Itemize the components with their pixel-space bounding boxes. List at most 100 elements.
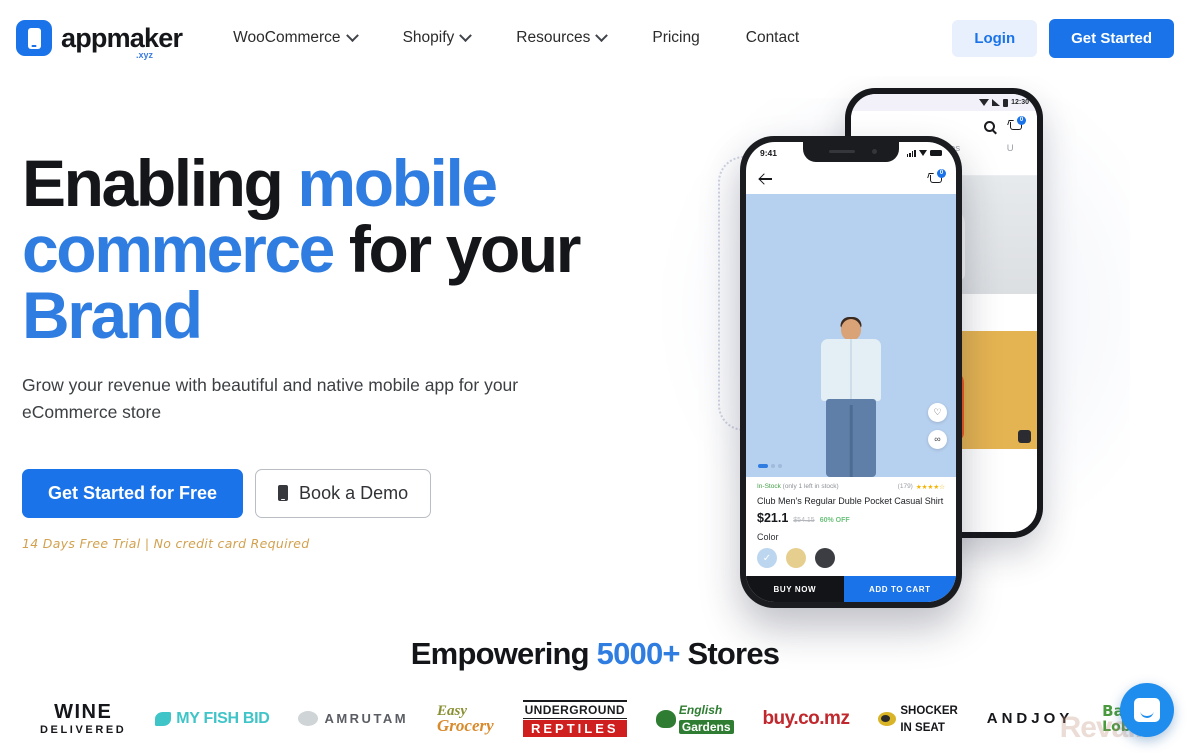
page-title: Enabling mobile commerce for your Brand — [22, 150, 582, 348]
signal-icon — [906, 149, 916, 157]
hero-cta-row: Get Started for Free Book a Demo — [22, 468, 582, 518]
color-swatches: ✓ — [757, 548, 945, 576]
navbar: appmaker .xyz WooCommerce Shopify Resour… — [0, 0, 1190, 76]
status-time: 12:30 — [1011, 99, 1029, 106]
logo-shocker-in-seat: SHOCKER IN SEAT — [878, 702, 958, 736]
carousel-dots — [758, 463, 782, 468]
signal-icon — [992, 99, 1001, 106]
cart-badge: 0 — [937, 168, 946, 178]
tree-icon — [655, 709, 676, 728]
app-topbar: 0 — [746, 164, 956, 194]
cart-icon[interactable]: 0 — [1007, 115, 1026, 133]
headline-highlight2: Brand — [22, 278, 203, 352]
landing-page: appmaker .xyz WooCommerce Shopify Resour… — [0, 0, 1190, 753]
fish-icon — [155, 711, 172, 726]
android-status-bar: 12:30 — [851, 94, 1037, 111]
share-icon[interactable]: ∞ — [928, 429, 947, 449]
tab-unisex[interactable]: U — [1007, 143, 1014, 154]
nav-label: WooCommerce — [233, 29, 341, 46]
stores-title: Empowering 5000+ Stores — [410, 636, 780, 671]
trial-note: 14 Days Free Trial | No credit card Requ… — [22, 535, 310, 551]
brand-name: appmaker — [61, 22, 183, 53]
nav-item-contact[interactable]: Contact — [746, 23, 799, 53]
login-button[interactable]: Login — [952, 19, 1038, 57]
get-started-free-button[interactable]: Get Started for Free — [22, 468, 244, 518]
brand-logo[interactable]: appmaker .xyz — [16, 20, 183, 60]
wifi-icon — [919, 150, 927, 156]
product-price: $21.1 $54.15 60% OFF — [757, 511, 850, 525]
logo-text: MY FISH BID — [176, 709, 270, 727]
nav-label: Resources — [516, 29, 591, 46]
logo-text: UNDERGROUND — [522, 700, 627, 719]
purchase-actions: BUY NOW ADD TO CART — [746, 576, 956, 602]
logo-easy-grocery: Easy Grocery — [437, 703, 494, 735]
color-label: Color — [757, 532, 779, 542]
book-demo-button[interactable]: Book a Demo — [255, 468, 432, 518]
add-to-cart-button[interactable]: ADD TO CART — [843, 576, 956, 602]
cart-badge: 0 — [1017, 115, 1026, 125]
brand-tld: .xyz — [136, 50, 154, 60]
status-time: 9:41 — [760, 148, 778, 158]
model-photo — [813, 316, 889, 477]
logo-andjoy: ANDJOY — [986, 710, 1074, 727]
nav-links: WooCommerce Shopify Resources Pricing Co… — [233, 23, 799, 53]
logo-wine-delivered: WINE DELIVERED — [40, 702, 126, 736]
client-logos: WINE DELIVERED MY FISH BID AMRUTAM Easy … — [0, 700, 1190, 737]
battery-icon — [930, 150, 942, 156]
battery-icon — [1003, 98, 1009, 107]
quick-view-icon[interactable] — [1018, 430, 1031, 443]
mobile-phone-icon — [16, 20, 52, 56]
chevron-down-icon — [595, 28, 609, 42]
product-price-was: $54.15 — [793, 517, 815, 524]
logo-subtext: IN SEAT — [900, 721, 945, 734]
logo-underground-reptiles: UNDERGROUND REPTILES — [522, 700, 627, 737]
chevron-down-icon — [345, 28, 359, 42]
nav-item-resources[interactable]: Resources — [516, 23, 609, 53]
product-hero-image: ♡ ∞ — [746, 194, 956, 477]
nav-label: Contact — [745, 29, 800, 46]
product-title: Club Men's Regular Duble Pocket Casual S… — [757, 495, 944, 506]
rating: (179) ★★★★☆ — [897, 483, 945, 491]
chat-bubble-icon — [1134, 698, 1160, 722]
search-icon[interactable] — [984, 120, 995, 132]
wishlist-heart-icon[interactable]: ♡ — [928, 402, 947, 422]
swatch-tan[interactable] — [786, 548, 806, 568]
hero-visual: 12:30 0 ds Babies U FILTER — [640, 78, 1140, 608]
logo-my-fish-bid: MY FISH BID — [155, 709, 270, 728]
buy-now-button[interactable]: BUY NOW — [746, 576, 844, 602]
chevron-down-icon — [459, 28, 473, 42]
mobile-phone-icon — [278, 485, 289, 502]
stores-section: Empowering 5000+ Stores — [0, 636, 1190, 672]
nav-item-pricing[interactable]: Pricing — [652, 23, 699, 53]
nav-actions: Login Get Started — [952, 18, 1174, 58]
bee-icon — [878, 711, 897, 726]
swatch-light-blue[interactable]: ✓ — [757, 548, 777, 568]
logo-english-gardens: English Gardens — [655, 702, 734, 736]
logo-subtext: REPTILES — [522, 720, 627, 737]
hero-subhead: Grow your revenue with beautiful and nat… — [22, 375, 519, 423]
back-arrow-icon[interactable] — [759, 173, 772, 186]
stock-status: In-Stock (only 1 left in stock) — [757, 483, 839, 491]
logo-subtext: Grocery — [437, 715, 494, 735]
logo-buycomz: buy.co.mz — [762, 707, 850, 729]
logo-text: English — [678, 702, 723, 717]
book-demo-label: Book a Demo — [299, 482, 409, 503]
get-started-button[interactable]: Get Started — [1049, 18, 1174, 58]
headline-part2: for your — [333, 212, 582, 286]
nav-item-shopify[interactable]: Shopify — [403, 23, 473, 53]
logo-subtext: Gardens — [678, 719, 734, 734]
phone-mockup-front: 9:41 0 ♡ ∞ In-Stock (only 1 left in stoc… — [740, 136, 962, 608]
logo-amrutam: AMRUTAM — [298, 711, 408, 726]
logo-text: AMRUTAM — [324, 711, 409, 726]
stores-count: 5000+ — [596, 636, 681, 671]
floating-actions: ♡ ∞ — [928, 402, 947, 449]
cart-icon[interactable]: 0 — [927, 168, 946, 186]
nav-label: Pricing — [652, 29, 700, 46]
hero-text-block: Enabling mobile commerce for your Brand … — [22, 150, 582, 551]
nav-item-woocommerce[interactable]: WooCommerce — [233, 23, 359, 53]
discount-label: 60% OFF — [819, 517, 850, 524]
swatch-dark-gray[interactable] — [815, 548, 835, 568]
product-detail: In-Stock (only 1 left in stock) (179) ★★★… — [746, 476, 956, 576]
leaf-icon — [298, 711, 319, 726]
chat-widget-button[interactable] — [1120, 683, 1174, 737]
